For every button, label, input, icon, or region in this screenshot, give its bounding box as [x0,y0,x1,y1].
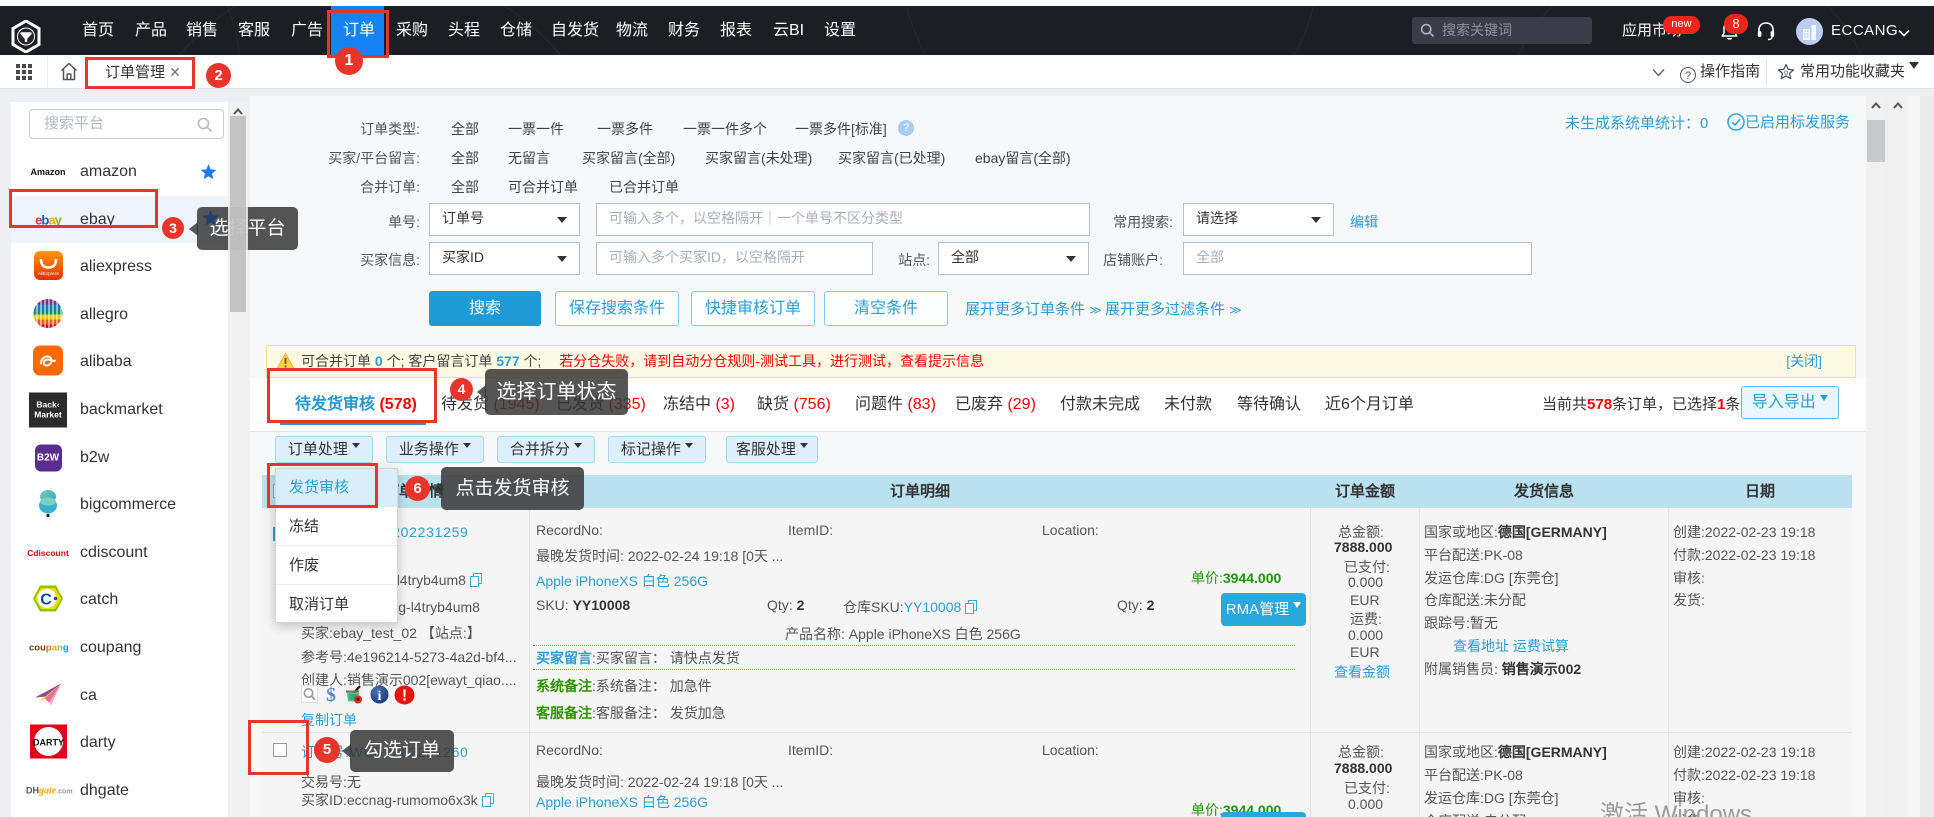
svg-text:AliExpress: AliExpress [38,271,60,276]
svg-text:i: i [377,689,381,704]
svg-text:DARTY: DARTY [33,737,64,747]
svg-text:$: $ [326,685,336,704]
svg-text:!: ! [401,688,406,705]
svg-text:C: C [40,591,52,608]
